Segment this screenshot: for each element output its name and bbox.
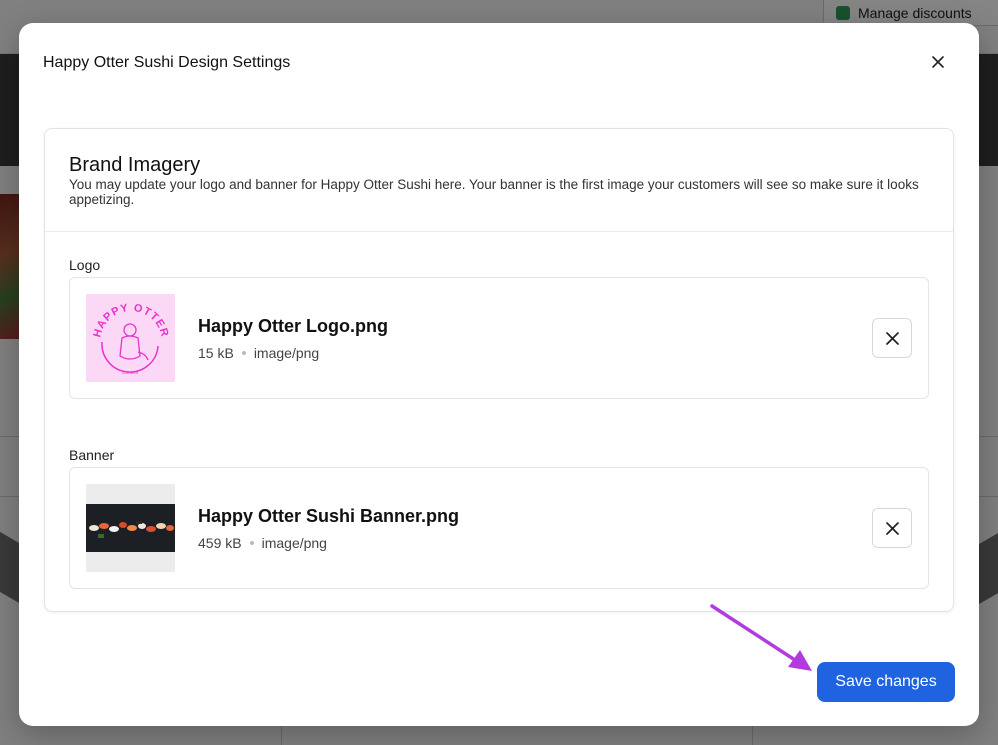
section-description: You may update your logo and banner for …: [69, 177, 919, 207]
remove-logo-button[interactable]: [872, 318, 912, 358]
close-icon: [932, 56, 944, 68]
section-title: Brand Imagery: [69, 154, 201, 176]
close-modal-button[interactable]: [927, 51, 949, 73]
remove-banner-button[interactable]: [872, 508, 912, 548]
design-settings-modal: Happy Otter Sushi Design Settings Brand …: [19, 23, 979, 726]
svg-text:HAPPY OTTER: HAPPY OTTER: [91, 302, 170, 339]
otter-logo-image: HAPPY OTTER IZAKAYA: [91, 302, 170, 375]
logo-file-name: Happy Otter Logo.png: [198, 316, 388, 336]
close-icon: [885, 521, 899, 535]
banner-thumbnail: [86, 484, 175, 572]
separator-dot: [249, 541, 254, 545]
banner-file-card: Happy Otter Sushi Banner.png 459 kB imag…: [69, 467, 929, 589]
banner-file-meta: 459 kB image/png: [198, 535, 327, 551]
save-changes-button[interactable]: Save changes: [817, 662, 955, 702]
banner-file-type: image/png: [261, 535, 327, 551]
logo-thumbnail: HAPPY OTTER IZAKAYA: [86, 294, 175, 382]
banner-label: Banner: [69, 447, 115, 463]
banner-file-size: 459 kB: [198, 535, 242, 551]
logo-file-size: 15 kB: [198, 345, 234, 361]
svg-text:IZAKAYA: IZAKAYA: [122, 370, 139, 375]
logo-label: Logo: [69, 257, 101, 273]
logo-file-meta: 15 kB image/png: [198, 345, 319, 361]
close-icon: [885, 331, 899, 345]
section-header: Brand Imagery You may update your logo a…: [45, 129, 953, 232]
brand-imagery-section: Brand Imagery You may update your logo a…: [44, 128, 954, 612]
sushi-banner-image: [86, 504, 175, 552]
separator-dot: [241, 351, 246, 355]
logo-file-card: HAPPY OTTER IZAKAYA Happy Otter Logo.png…: [69, 277, 929, 399]
logo-file-type: image/png: [253, 345, 320, 361]
modal-title: Happy Otter Sushi Design Settings: [43, 54, 291, 71]
banner-file-name: Happy Otter Sushi Banner.png: [198, 506, 460, 526]
